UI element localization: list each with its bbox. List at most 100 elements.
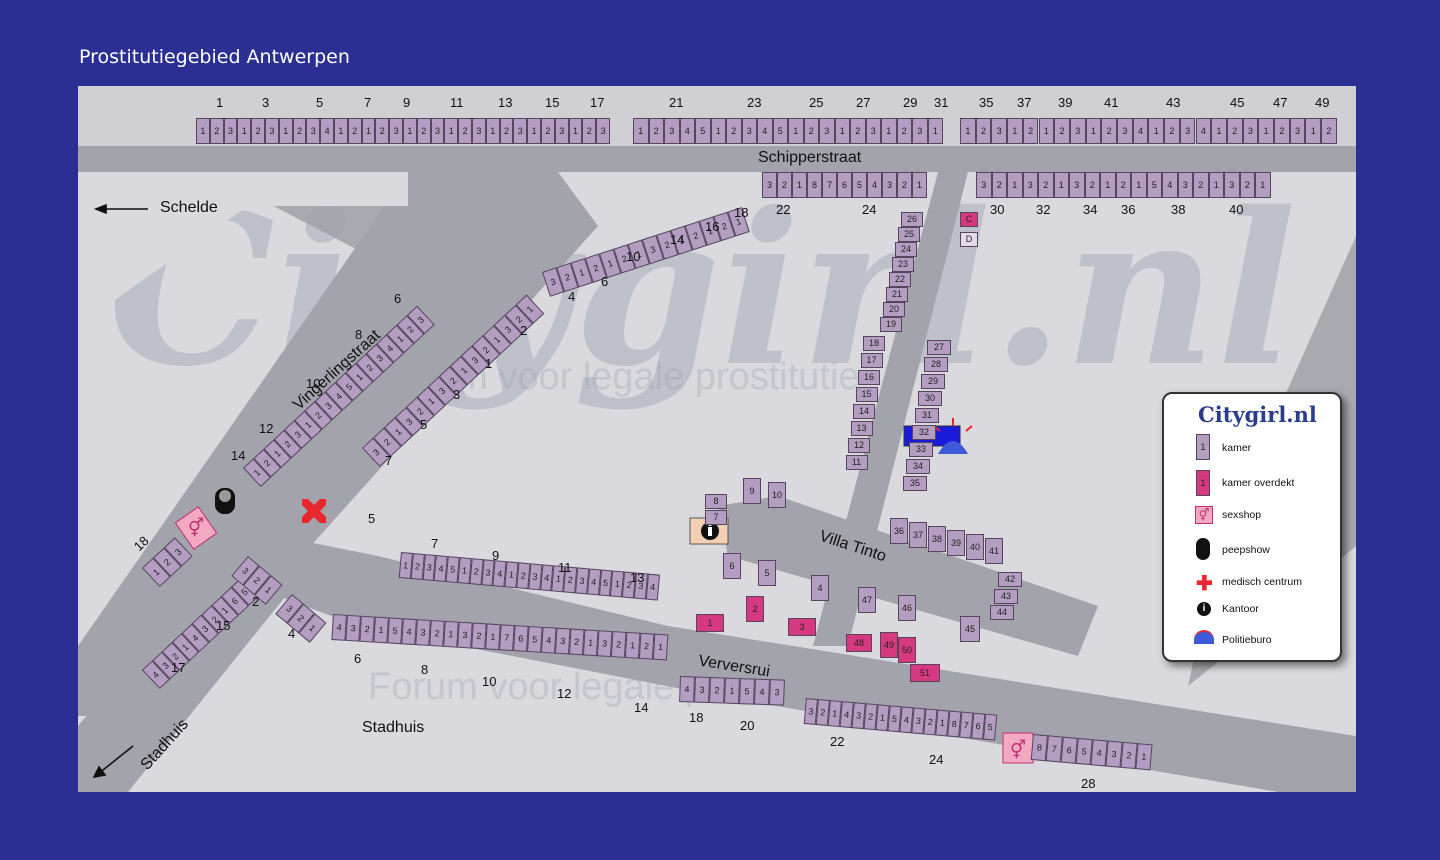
schipper-room[interactable]: 1 (912, 172, 927, 198)
top-room[interactable]: 1 (403, 118, 417, 144)
top-room[interactable]: 1 (334, 118, 348, 144)
top-room[interactable]: 2 (582, 118, 597, 144)
top-room[interactable]: 1 (927, 118, 943, 144)
top-room[interactable]: 3 (991, 118, 1008, 144)
covered-room[interactable]: 50 (898, 637, 916, 663)
side-room[interactable]: 34 (906, 459, 930, 474)
top-room[interactable]: 1 (1085, 118, 1102, 144)
covered-room[interactable]: 2 (746, 596, 764, 622)
verversrui-room[interactable]: 3 (694, 676, 710, 704)
top-room[interactable]: 3 (1069, 118, 1086, 144)
schipper-room[interactable]: 4 (867, 172, 882, 198)
villa-room[interactable]: 6 (723, 553, 741, 579)
top-room[interactable]: 1 (527, 118, 541, 144)
schipper-room[interactable]: 1 (1208, 172, 1224, 198)
side-room[interactable]: 33 (909, 442, 933, 457)
top-room[interactable]: 2 (1321, 118, 1337, 144)
verversrui-room[interactable]: 1 (724, 677, 740, 705)
top-room[interactable]: 4 (320, 118, 334, 144)
top-room[interactable]: 3 (596, 118, 610, 144)
villa-room[interactable]: 9 (743, 478, 761, 504)
side-room[interactable]: 16 (858, 370, 880, 385)
side-room[interactable]: 28 (924, 357, 948, 372)
villa-room[interactable]: 44 (990, 605, 1014, 620)
verversrui-room[interactable]: 4 (645, 573, 660, 601)
villa-room[interactable]: 43 (994, 589, 1018, 604)
top-room[interactable]: 4 (1132, 118, 1149, 144)
side-room[interactable]: 32 (912, 425, 936, 440)
top-room[interactable]: 1 (1211, 118, 1227, 144)
top-room[interactable]: 1 (278, 118, 293, 144)
schipper-room[interactable]: 3 (1069, 172, 1085, 198)
top-room[interactable]: 2 (541, 118, 555, 144)
top-room[interactable]: 3 (430, 118, 445, 144)
top-room[interactable]: 1 (788, 118, 804, 144)
schipper-room[interactable]: 1 (1007, 172, 1023, 198)
top-room[interactable]: 2 (347, 118, 362, 144)
top-room[interactable]: 1 (881, 118, 897, 144)
top-room[interactable]: 1 (633, 118, 649, 144)
covered-room[interactable]: 3 (788, 618, 816, 636)
schipper-room[interactable]: 3 (976, 172, 992, 198)
side-room[interactable]: 30 (918, 391, 942, 406)
top-room[interactable]: 1 (1305, 118, 1322, 144)
side-room[interactable]: 24 (895, 242, 917, 257)
villa-room[interactable]: 10 (768, 482, 786, 508)
schipper-room[interactable]: 8 (807, 172, 822, 198)
schipper-room[interactable]: 3 (1022, 172, 1038, 198)
side-room[interactable]: 14 (853, 404, 875, 419)
top-room[interactable]: 1 (237, 118, 252, 144)
top-room[interactable]: 2 (1226, 118, 1243, 144)
schipper-room[interactable]: 2 (1115, 172, 1131, 198)
verversrui-room[interactable]: 2 (709, 677, 725, 704)
side-room[interactable]: 31 (915, 408, 939, 423)
top-room[interactable]: 2 (850, 118, 866, 144)
top-room[interactable]: 2 (726, 118, 742, 144)
top-room[interactable]: 1 (444, 118, 459, 144)
top-room[interactable]: 2 (1164, 118, 1180, 144)
top-room[interactable]: 3 (865, 118, 881, 144)
top-room[interactable]: 3 (223, 118, 238, 144)
schipper-room[interactable]: 3 (1224, 172, 1240, 198)
top-room[interactable]: 3 (472, 118, 486, 144)
covered-room[interactable]: 49 (880, 632, 898, 658)
verversrui-room[interactable]: 5 (739, 678, 755, 705)
covered-room[interactable]: 48 (846, 634, 872, 652)
schipper-room[interactable]: 2 (1239, 172, 1255, 198)
top-room[interactable]: 3 (1242, 118, 1259, 144)
top-room[interactable]: 3 (389, 118, 403, 144)
side-room[interactable]: 35 (903, 476, 927, 491)
side-room[interactable]: 25 (898, 227, 920, 242)
top-room[interactable]: 2 (292, 118, 307, 144)
side-room[interactable]: 19 (880, 317, 902, 332)
top-room[interactable]: 5 (772, 118, 788, 144)
top-room[interactable]: 3 (664, 118, 680, 144)
side-room[interactable]: 27 (927, 340, 951, 355)
top-room[interactable]: 1 (361, 118, 376, 144)
covered-room[interactable]: 51 (910, 664, 940, 682)
schipper-room[interactable]: 2 (777, 172, 792, 198)
villa-room[interactable]: 5 (758, 560, 776, 586)
villa-room[interactable]: 40 (966, 534, 984, 560)
top-room[interactable]: 3 (1289, 118, 1306, 144)
schipper-room[interactable]: 4 (1162, 172, 1178, 198)
villa-room[interactable]: 36 (890, 518, 908, 544)
side-room[interactable]: 23 (892, 257, 914, 272)
side-room[interactable]: 12 (848, 438, 870, 453)
top-room[interactable]: 3 (741, 118, 757, 144)
top-room[interactable]: 2 (1022, 118, 1039, 144)
top-room[interactable]: 2 (458, 118, 472, 144)
villa-room[interactable]: 7 (705, 510, 727, 525)
villa-room[interactable]: 38 (928, 526, 946, 552)
villa-room[interactable]: 41 (985, 538, 1003, 564)
schipper-room[interactable]: 1 (1053, 172, 1069, 198)
covered-room[interactable]: 1 (696, 614, 724, 632)
schipper-room[interactable]: 1 (1131, 172, 1147, 198)
room-d[interactable]: D (960, 232, 978, 247)
top-room[interactable]: 2 (1101, 118, 1117, 144)
side-room[interactable]: 21 (886, 287, 908, 302)
top-room[interactable]: 1 (485, 118, 500, 144)
verversrui-room[interactable]: 1 (1135, 743, 1153, 771)
top-room[interactable]: 4 (1195, 118, 1212, 144)
side-room[interactable]: 26 (901, 212, 923, 227)
